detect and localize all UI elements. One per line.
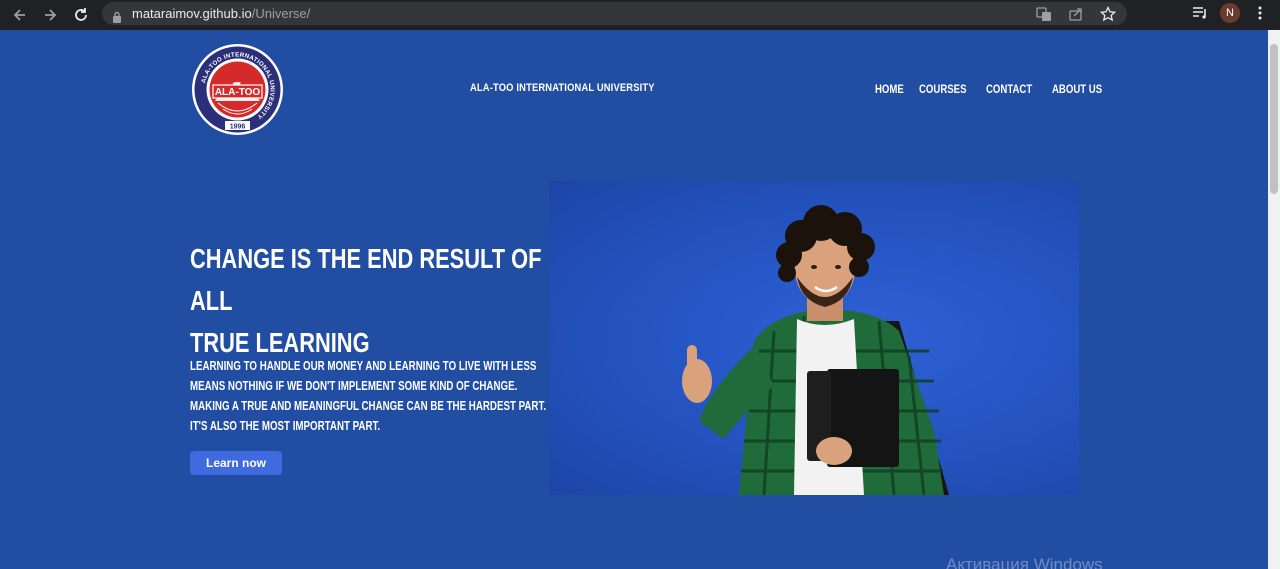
hero-headline: CHANGE IS THE END RESULT OF ALL TRUE LEA…	[190, 238, 549, 364]
arrow-right-icon	[45, 9, 57, 21]
windows-activation-watermark: Активация Windows	[946, 555, 1103, 569]
back-button[interactable]	[5, 2, 35, 28]
nav-about-us[interactable]: ABOUT US	[1052, 82, 1102, 96]
learn-now-button[interactable]: Learn now	[190, 451, 282, 475]
logo-year: 1996	[230, 124, 246, 131]
university-logo[interactable]: ALA-TOO INTERNATIONAL UNIVERSITY ALA-TOO…	[191, 43, 284, 136]
site-brand[interactable]: ALA-TOO INTERNATIONAL UNIVERSITY	[470, 82, 655, 94]
url-host: mataraimov.github.io	[132, 6, 252, 21]
hero-image	[549, 181, 1079, 495]
scrollbar-thumb[interactable]	[1270, 44, 1278, 194]
star-icon[interactable]	[1099, 5, 1117, 23]
forward-button[interactable]	[35, 2, 65, 28]
reading-list-icon[interactable]	[1190, 3, 1210, 23]
nav-courses[interactable]: COURSES	[919, 82, 966, 96]
reload-icon	[75, 8, 87, 21]
address-bar[interactable]: mataraimov.github.io/Universe/	[102, 2, 1127, 25]
page-scrollbar[interactable]	[1268, 30, 1280, 569]
hero-description: LEARNING TO HANDLE OUR MONEY AND LEARNIN…	[190, 359, 547, 433]
nav-home[interactable]: HOME	[875, 82, 904, 96]
hero-headline-line1: CHANGE IS THE END RESULT OF ALL	[190, 243, 542, 316]
url-text: mataraimov.github.io/Universe/	[132, 6, 310, 21]
lock-icon	[112, 8, 122, 23]
reload-button[interactable]	[66, 2, 96, 28]
menu-dots-icon[interactable]	[1250, 3, 1270, 23]
translate-icon[interactable]	[1035, 5, 1053, 23]
hero-headline-line2: TRUE LEARNING	[190, 327, 370, 358]
nav-contact[interactable]: CONTACT	[986, 82, 1032, 96]
arrow-left-icon	[13, 9, 25, 21]
share-icon[interactable]	[1067, 5, 1085, 23]
logo-name: ALA-TOO	[215, 87, 261, 98]
profile-avatar[interactable]: N	[1220, 3, 1240, 23]
url-path: /Universe/	[251, 6, 311, 21]
browser-toolbar: mataraimov.github.io/Universe/ N	[0, 0, 1280, 30]
main-nav: HOME COURSES CONTACT ABOUT US	[875, 82, 1107, 96]
